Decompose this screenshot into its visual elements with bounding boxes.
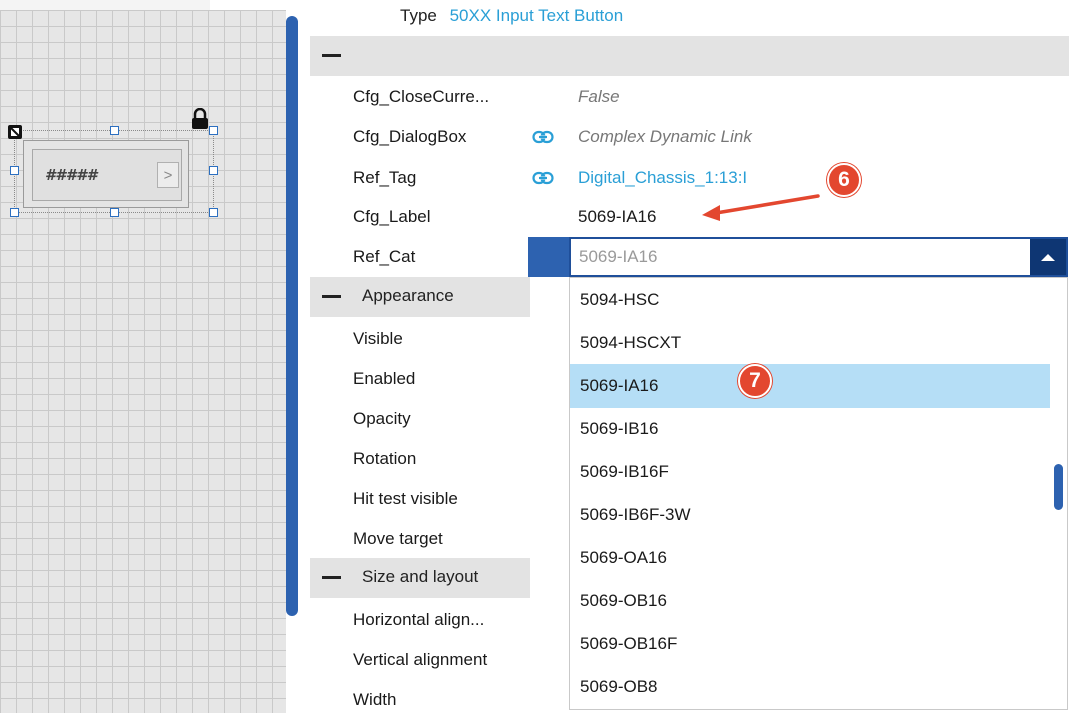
dropdown-option[interactable]: 5069-OB8 (570, 665, 1050, 709)
widget-placeholder-text: ##### (45, 166, 98, 184)
dropdown-option[interactable]: 5069-IB16F (570, 450, 1050, 494)
ref-cat-combo-value[interactable]: 5069-IA16 (579, 247, 657, 267)
resize-handle-top-right[interactable] (209, 126, 218, 135)
type-header: Type 50XX Input Text Button (400, 6, 623, 26)
appearance-section-header[interactable]: Appearance (310, 277, 530, 317)
canvas-top-strip (0, 0, 210, 10)
prop-label-enabled: Enabled (353, 369, 416, 388)
prop-label-ref-tag: Ref_Tag (353, 168, 417, 187)
prop-label-hit-test-visible: Hit test visible (353, 489, 458, 508)
step-6-badge: 6 (827, 163, 861, 197)
dropdown-scrollbar-thumb[interactable] (1054, 464, 1063, 510)
dropdown-option[interactable]: 5094-HSC (570, 278, 1050, 322)
prop-label-ref-cat: Ref_Cat (353, 247, 416, 266)
prop-value-cfg-label[interactable]: 5069-IA16 (578, 207, 656, 227)
prop-label-visible: Visible (353, 329, 403, 348)
prop-label-horizontal-alignment: Horizontal align... (353, 610, 485, 629)
dropdown-toggle-button[interactable] (1030, 239, 1066, 275)
parameters-section-header[interactable] (310, 36, 1069, 76)
widget-chevron-right-icon: > (157, 162, 179, 188)
dropdown-option[interactable]: 5069-IB16 (570, 407, 1050, 451)
prop-value-cfg-closecurrent[interactable]: False (578, 87, 620, 107)
dropdown-option[interactable]: 5069-OB16F (570, 622, 1050, 666)
annotation-arrow-icon (702, 194, 820, 221)
resize-handle-right[interactable] (209, 166, 218, 175)
prop-value-cfg-dialogbox[interactable]: Complex Dynamic Link (578, 127, 752, 147)
resize-handle-left[interactable] (10, 166, 19, 175)
collapse-icon[interactable] (322, 295, 341, 298)
resize-handle-top[interactable] (110, 126, 119, 135)
link-icon[interactable] (532, 130, 554, 144)
collapse-icon[interactable] (322, 576, 341, 579)
canvas-top-strip-right (210, 0, 286, 10)
input-text-button-widget[interactable]: ##### > (23, 140, 189, 208)
collapse-icon[interactable] (322, 54, 341, 57)
step-7-badge: 7 (738, 364, 772, 398)
prop-label-cfg-label: Cfg_Label (353, 207, 431, 226)
resize-handle-bottom-left[interactable] (10, 208, 19, 217)
dropdown-option[interactable]: 5094-HSCXT (570, 321, 1050, 365)
lock-icon (192, 108, 208, 129)
prop-label-opacity: Opacity (353, 409, 411, 428)
dropdown-option-selected[interactable]: 5069-IA16 (570, 364, 1050, 408)
ref-cat-dropdown-list[interactable]: 5094-HSC 5094-HSCXT 5069-IA16 5069-IB16 … (569, 277, 1068, 710)
size-layout-section-header[interactable]: Size and layout (310, 558, 530, 598)
target-marker-icon (8, 125, 22, 139)
ref-cat-combobox[interactable]: 5069-IA16 (569, 237, 1068, 277)
prop-label-move-target: Move target (353, 529, 443, 548)
type-label: Type (400, 6, 437, 25)
caret-up-icon (1041, 253, 1055, 261)
type-value: 50XX Input Text Button (449, 6, 624, 25)
appearance-section-label: Appearance (362, 286, 454, 305)
prop-label-vertical-alignment: Vertical alignment (353, 650, 488, 669)
dropdown-option[interactable]: 5069-OB16 (570, 579, 1050, 623)
design-canvas[interactable] (0, 10, 286, 713)
dropdown-option[interactable]: 5069-OA16 (570, 536, 1050, 580)
prop-label-width: Width (353, 690, 397, 709)
resize-handle-bottom[interactable] (110, 208, 119, 217)
prop-label-rotation: Rotation (353, 449, 417, 468)
link-icon[interactable] (532, 171, 554, 185)
prop-label-cfg-closecurrent: Cfg_CloseCurre... (353, 87, 490, 106)
canvas-scrollbar[interactable] (286, 16, 298, 616)
dropdown-option[interactable]: 5069-IB6F-3W (570, 493, 1050, 537)
size-layout-section-label: Size and layout (362, 567, 479, 586)
prop-label-cfg-dialogbox: Cfg_DialogBox (353, 127, 467, 146)
ref-cat-combo-indicator (528, 237, 569, 277)
resize-handle-bottom-right[interactable] (209, 208, 218, 217)
widget-input-field: ##### > (32, 149, 182, 201)
